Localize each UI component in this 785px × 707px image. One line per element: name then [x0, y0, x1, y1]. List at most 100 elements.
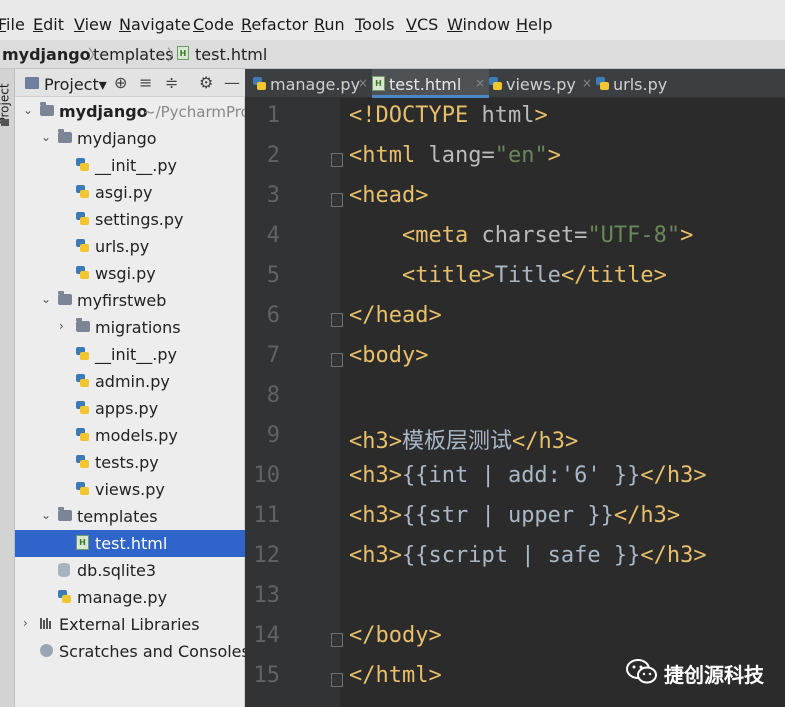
tree-item-asgi-py[interactable]: asgi.py: [15, 179, 245, 206]
tab-views-py[interactable]: views.py ×: [489, 69, 596, 98]
html-file-icon: H: [177, 46, 189, 60]
menu-code[interactable]: Code: [193, 15, 234, 34]
fold-marker-icon[interactable]: [331, 353, 343, 367]
tree-item-myfirstweb[interactable]: ⌄ myfirstweb: [15, 287, 245, 314]
breadcrumb-project[interactable]: mydjango: [2, 45, 91, 64]
code-token: charset=: [481, 223, 588, 248]
tree-item-db-sqlite3[interactable]: db.sqlite3: [15, 557, 245, 584]
tree-item--init-py[interactable]: __init__.py: [15, 152, 245, 179]
tree-item-templates[interactable]: ⌄ templates: [15, 503, 245, 530]
tree-item-label: views.py: [95, 480, 165, 499]
fold-marker-icon[interactable]: [331, 673, 343, 687]
database-file-icon: [58, 563, 70, 577]
tree-item-label: db.sqlite3: [77, 561, 157, 580]
folder-icon: [58, 291, 72, 305]
code-token: lang=: [428, 143, 495, 168]
menu-file[interactable]: File: [0, 15, 25, 34]
python-file-icon: [76, 347, 89, 360]
chevron-right-icon[interactable]: ›: [59, 319, 64, 333]
fold-marker-icon[interactable]: [331, 153, 343, 167]
chevron-down-icon[interactable]: ⌄: [41, 292, 51, 306]
tree-item-models-py[interactable]: models.py: [15, 422, 245, 449]
chevron-down-icon[interactable]: ⌄: [23, 103, 33, 117]
breadcrumb: mydjango 〉 templates 〉 H test.html: [0, 40, 785, 69]
tree-item-mydjango[interactable]: ⌄ mydjango ~/PycharmProj: [15, 98, 254, 125]
breadcrumb-file[interactable]: test.html: [195, 45, 267, 64]
tab-urls-py[interactable]: urls.py: [596, 69, 696, 98]
tree-item-scratches-and-consoles[interactable]: Scratches and Consoles: [15, 638, 250, 665]
breadcrumb-folder[interactable]: templates: [93, 45, 174, 64]
html-file-icon: H: [76, 535, 89, 550]
tree-item-mydjango[interactable]: ⌄ mydjango: [15, 125, 245, 152]
tree-item-urls-py[interactable]: urls.py: [15, 233, 245, 260]
fold-marker-icon[interactable]: [331, 313, 343, 327]
menu-mnemonic: V: [406, 15, 417, 34]
code-token: <h3>: [349, 503, 402, 528]
tab-test-html[interactable]: Htest.html ×: [372, 69, 489, 98]
locate-icon[interactable]: ⊕: [114, 73, 127, 92]
tree-item-test-html[interactable]: Htest.html: [15, 530, 245, 557]
tree-item-apps-py[interactable]: apps.py: [15, 395, 245, 422]
code-token: </h3>: [613, 503, 681, 528]
code-line: <h3>模板层测试</h3>: [349, 423, 578, 455]
close-icon[interactable]: ×: [582, 76, 592, 90]
line-number: 13: [253, 583, 281, 608]
menu-view[interactable]: View: [74, 15, 112, 34]
code-token: </html>: [349, 663, 442, 688]
tree-item-migrations[interactable]: › migrations: [15, 314, 245, 341]
menu-label-rest: un: [324, 15, 345, 34]
fold-marker-icon[interactable]: [331, 633, 343, 647]
menu-navigate[interactable]: Navigate: [119, 15, 191, 34]
menu-window[interactable]: Window: [447, 15, 510, 34]
expand-all-icon[interactable]: ≑: [165, 73, 178, 92]
chevron-right-icon[interactable]: ›: [23, 616, 28, 630]
line-number: 8: [266, 383, 280, 408]
chevron-down-icon[interactable]: ⌄: [41, 130, 51, 144]
tree-item-external-libraries[interactable]: › External Libraries: [15, 611, 245, 638]
close-icon[interactable]: ×: [475, 76, 485, 90]
python-file-icon: [76, 455, 89, 468]
close-icon[interactable]: ×: [358, 76, 368, 90]
menu-label-rest: elp: [528, 15, 553, 34]
code-line: </html>: [349, 663, 442, 688]
menu-label-rest: iew: [84, 15, 112, 34]
line-number: 6: [266, 303, 280, 328]
code-token: "en": [494, 143, 548, 168]
python-file-icon: [253, 77, 266, 90]
gear-icon[interactable]: ⚙: [199, 73, 213, 92]
project-view-selector[interactable]: Project▾: [44, 75, 107, 94]
menu-tools[interactable]: Tools: [355, 15, 394, 34]
chevron-down-icon[interactable]: ⌄: [41, 508, 51, 522]
code-line: <meta charset="UTF-8">: [349, 223, 693, 248]
tab-manage-py[interactable]: manage.py ×: [253, 69, 372, 98]
tree-item-settings-py[interactable]: settings.py: [15, 206, 245, 233]
code-token: 模板层测试: [401, 429, 512, 454]
menu-label-rest: ile: [6, 15, 25, 34]
tab-label: urls.py: [613, 75, 668, 94]
library-icon: [40, 618, 54, 629]
menu-run[interactable]: Run: [314, 15, 345, 34]
tab-label: views.py: [506, 75, 576, 94]
menu-vcs[interactable]: VCS: [406, 15, 438, 34]
tree-item-views-py[interactable]: views.py: [15, 476, 245, 503]
tree-item-admin-py[interactable]: admin.py: [15, 368, 245, 395]
hide-icon[interactable]: —: [224, 73, 240, 92]
line-number: 3: [266, 183, 280, 208]
fold-marker-icon[interactable]: [331, 193, 343, 207]
tree-item--init-py[interactable]: __init__.py: [15, 341, 245, 368]
collapse-all-icon[interactable]: ≡: [139, 73, 152, 92]
menu-mnemonic: N: [119, 15, 131, 34]
tree-item-tests-py[interactable]: tests.py: [15, 449, 245, 476]
python-file-icon: [76, 212, 89, 225]
menu-help[interactable]: Help: [516, 15, 552, 34]
python-file-icon: [76, 482, 89, 495]
menu-mnemonic: V: [74, 15, 85, 34]
tree-item-label: urls.py: [95, 237, 150, 256]
menu-edit[interactable]: Edit: [33, 15, 64, 34]
tree-item-manage-py[interactable]: manage.py: [15, 584, 245, 611]
menu-refactor[interactable]: Refactor: [241, 15, 308, 34]
tree-item-wsgi-py[interactable]: wsgi.py: [15, 260, 245, 287]
code-line: <h3>{{int | add:'6' }}</h3>: [349, 463, 707, 488]
folder-icon: [58, 507, 72, 521]
